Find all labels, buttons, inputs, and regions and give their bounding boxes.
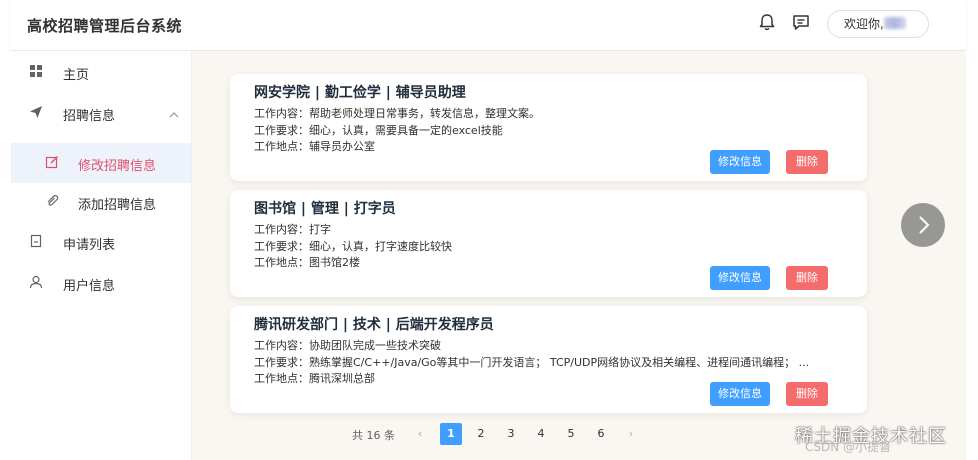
sidebar-item-label: 用户信息	[63, 279, 116, 294]
job-content: 工作内容：协助团队完成一些技术突破	[254, 339, 441, 352]
next-page-arrow-button[interactable]	[901, 203, 945, 247]
grid-icon	[29, 64, 43, 78]
sidebar-item-user-info[interactable]: 用户信息	[11, 263, 191, 303]
user-icon	[29, 275, 43, 289]
job-title: 腾讯研发部门 | 技术 | 后端开发程序员	[254, 317, 494, 333]
edit-icon	[45, 155, 59, 169]
delete-button[interactable]: 删除	[786, 266, 828, 290]
notebook-icon	[29, 234, 43, 248]
app-window: 高校招聘管理后台系统 欢迎你, 主页 招聘信息 修改招聘信息 添加招聘信息 申请…	[11, 0, 966, 460]
pagination-page-3[interactable]: 3	[500, 423, 522, 445]
pagination-total: 共 16 条	[352, 429, 395, 442]
message-icon[interactable]	[791, 12, 811, 32]
user-menu-button[interactable]: 欢迎你,	[827, 10, 929, 38]
main-content: 网安学院 | 勤工俭学 | 辅导员助理 工作内容：帮助老师处理日常事务，转发信息…	[192, 51, 966, 460]
sidebar-item-add-recruitment[interactable]: 添加招聘信息	[11, 182, 191, 222]
sidebar: 主页 招聘信息 修改招聘信息 添加招聘信息 申请列表 用户信息	[11, 51, 192, 460]
pagination-page-2[interactable]: 2	[470, 423, 492, 445]
edit-info-button[interactable]: 修改信息	[710, 382, 770, 406]
sidebar-item-label: 主页	[63, 68, 90, 83]
job-card: 腾讯研发部门 | 技术 | 后端开发程序员 工作内容：协助团队完成一些技术突破 …	[230, 306, 867, 413]
pagination-page-1[interactable]: 1	[440, 423, 462, 445]
pagination-page-5[interactable]: 5	[560, 423, 582, 445]
job-title: 网安学院 | 勤工俭学 | 辅导员助理	[254, 85, 466, 101]
bell-icon[interactable]	[757, 12, 777, 32]
sidebar-item-label: 添加招聘信息	[78, 198, 157, 213]
app-title: 高校招聘管理后台系统	[27, 17, 183, 35]
pagination-next-button[interactable]: ›	[620, 423, 642, 445]
sidebar-item-applications[interactable]: 申请列表	[11, 222, 191, 262]
paperclip-icon	[45, 194, 59, 208]
sidebar-item-recruitment[interactable]: 招聘信息	[11, 93, 191, 133]
blurred-username	[883, 17, 906, 29]
job-requirement: 工作要求：熟练掌握C/C++/Java/Go等其中一门开发语言； TCP/UDP…	[254, 356, 810, 369]
job-card: 图书馆 | 管理 | 打字员 工作内容：打字 工作要求：细心，认真，打字速度比较…	[230, 190, 867, 297]
sidebar-item-edit-recruitment[interactable]: 修改招聘信息	[11, 143, 191, 183]
sidebar-item-label: 修改招聘信息	[78, 159, 157, 174]
pagination-page-4[interactable]: 4	[530, 423, 552, 445]
pagination-page-6[interactable]: 6	[590, 423, 612, 445]
sidebar-item-label: 招聘信息	[63, 109, 116, 124]
chevron-up-icon	[169, 108, 179, 118]
edit-info-button[interactable]: 修改信息	[710, 150, 770, 174]
job-title: 图书馆 | 管理 | 打字员	[254, 201, 396, 217]
edit-info-button[interactable]: 修改信息	[710, 266, 770, 290]
watermark-sub: CSDN @小提督	[805, 440, 892, 454]
send-icon	[29, 105, 43, 119]
delete-button[interactable]: 删除	[786, 150, 828, 174]
top-header: 高校招聘管理后台系统 欢迎你,	[11, 0, 966, 51]
pagination-prev-button[interactable]: ‹	[409, 423, 431, 445]
delete-button[interactable]: 删除	[786, 382, 828, 406]
job-content: 工作内容：打字	[254, 223, 331, 236]
job-card: 网安学院 | 勤工俭学 | 辅导员助理 工作内容：帮助老师处理日常事务，转发信息…	[230, 74, 867, 181]
job-content: 工作内容：帮助老师处理日常事务，转发信息，整理文案。	[254, 107, 540, 120]
welcome-label: 欢迎你,	[844, 17, 884, 31]
sidebar-item-home[interactable]: 主页	[11, 52, 191, 92]
sidebar-item-label: 申请列表	[63, 238, 116, 253]
chevron-right-icon	[919, 216, 930, 234]
job-requirement: 工作要求：细心，认真，需要具备一定的excel技能	[254, 124, 503, 137]
job-requirement: 工作要求：细心，认真，打字速度比较快	[254, 240, 452, 253]
